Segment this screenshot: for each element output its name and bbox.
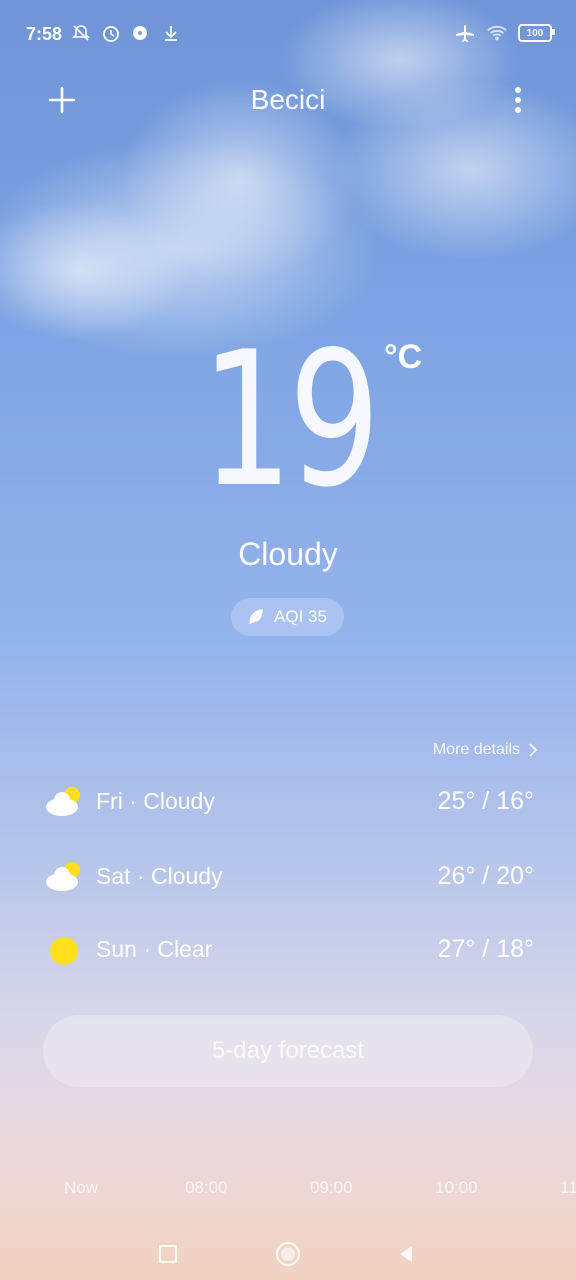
forecast-day-label: Sun · Clear [96, 935, 213, 962]
wifi-icon [486, 22, 508, 44]
hourly-timeline: Now 08:00 09:00 10:00 11 [0, 1178, 576, 1202]
chevron-right-icon [529, 743, 538, 757]
more-details-label: More details [432, 741, 520, 758]
more-options-button[interactable] [506, 82, 530, 118]
status-bar: 7:58 100 [0, 0, 576, 66]
system-navigation-bar [0, 1222, 576, 1280]
city-title: Becici [250, 84, 326, 115]
forecast-day-range: 25° / 16° [437, 786, 534, 815]
aqi-badge[interactable]: AQI 35 [231, 598, 344, 636]
forecast-day-range: 27° / 18° [437, 934, 534, 963]
back-button[interactable] [386, 1234, 426, 1274]
download-icon [160, 22, 182, 44]
forecast-day-label: Sat · Cloudy [96, 862, 223, 889]
temperature-value: 19 [200, 311, 380, 528]
leaf-icon [249, 609, 263, 625]
partly-cloudy-icon [46, 862, 80, 891]
forecast-day-label: Fri · Cloudy [96, 787, 215, 814]
temperature-unit: °C [384, 338, 423, 376]
square-icon [159, 1245, 177, 1263]
triangle-back-icon [400, 1246, 412, 1262]
five-day-forecast-button[interactable]: 5-day forecast [43, 1015, 533, 1087]
recents-button[interactable] [148, 1234, 188, 1274]
forecast-day-range: 26° / 20° [437, 861, 534, 890]
aqi-label: AQI 35 [274, 607, 327, 626]
alarm-icon [100, 22, 122, 44]
notifications-off-icon [70, 22, 92, 44]
hour-label: 11 [560, 1178, 576, 1197]
more-vertical-icon [515, 87, 521, 113]
hour-label: Now [64, 1178, 99, 1197]
more-details-link[interactable]: More details [433, 741, 538, 759]
hour-label: 10:00 [435, 1178, 478, 1197]
status-time: 7:58 [26, 24, 63, 44]
battery-indicator: 100 [518, 24, 555, 42]
circle-icon [275, 1241, 301, 1267]
partly-cloudy-icon [46, 787, 80, 816]
top-bar: Becici [0, 72, 576, 132]
airplane-icon [454, 22, 476, 44]
message-icon [130, 22, 152, 44]
hour-label: 08:00 [185, 1178, 228, 1197]
forecast-day-row[interactable]: Sun · Clear 27° / 18° [44, 927, 534, 971]
home-button[interactable] [268, 1234, 308, 1274]
forecast-day-row[interactable]: Sat · Cloudy 26° / 20° [44, 854, 534, 898]
current-temperature: 19 °C [0, 311, 576, 528]
hour-label: 09:00 [310, 1178, 353, 1197]
forecast-day-row[interactable]: Fri · Cloudy 25° / 16° [44, 779, 534, 823]
sun-icon [50, 937, 78, 965]
current-condition: Cloudy [238, 536, 338, 572]
